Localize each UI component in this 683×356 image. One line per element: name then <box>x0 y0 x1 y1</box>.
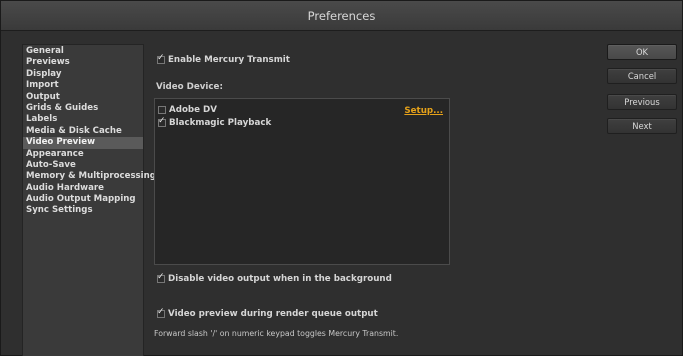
checkbox-unchecked-icon <box>158 106 166 114</box>
mercury-shortcut-note: Forward slash '/' on numeric keypad togg… <box>154 329 399 338</box>
checkbox-checked-icon <box>158 116 166 127</box>
sidebar-item-media-disk-cache[interactable]: Media & Disk Cache <box>23 126 143 137</box>
window-title: Preferences <box>1 1 682 31</box>
previous-button[interactable]: Previous <box>607 94 677 110</box>
device-label-adobe-dv: Adobe DV <box>169 105 217 115</box>
sidebar-item-memory-multiprocessing[interactable]: Memory & Multiprocessing <box>23 171 156 182</box>
checkbox-checked-icon <box>157 307 165 318</box>
sidebar-item-labels[interactable]: Labels <box>23 114 143 125</box>
preferences-sidebar: General Previews Display Import Output G… <box>22 44 156 356</box>
ok-button[interactable]: OK <box>607 44 677 60</box>
video-device-list: Adobe DV Setup... Blackmagic Playback <box>154 98 450 265</box>
sidebar-item-sync-settings[interactable]: Sync Settings <box>23 205 143 216</box>
preferences-dialog: Preferences General Previews Display Imp… <box>0 0 683 356</box>
render-queue-preview-checkbox[interactable]: Video preview during render queue output <box>157 307 378 319</box>
sidebar-item-audio-output-mapping[interactable]: Audio Output Mapping <box>23 194 143 205</box>
disable-background-output-label: Disable video output when in the backgro… <box>168 274 392 284</box>
sidebar-item-grids-guides[interactable]: Grids & Guides <box>23 103 143 114</box>
device-row-blackmagic-playback[interactable]: Blackmagic Playback <box>158 116 272 128</box>
sidebar-item-import[interactable]: Import <box>23 80 143 91</box>
sidebar-item-appearance[interactable]: Appearance <box>23 149 143 160</box>
sidebar-item-previews[interactable]: Previews <box>23 57 143 68</box>
setup-link[interactable]: Setup... <box>404 106 443 116</box>
checkbox-checked-icon <box>157 53 165 64</box>
enable-mercury-transmit-checkbox[interactable]: Enable Mercury Transmit <box>157 53 290 65</box>
checkbox-checked-icon <box>157 272 165 283</box>
cancel-button[interactable]: Cancel <box>607 68 677 84</box>
next-button[interactable]: Next <box>607 118 677 134</box>
disable-background-output-checkbox[interactable]: Disable video output when in the backgro… <box>157 272 392 284</box>
sidebar-item-display[interactable]: Display <box>23 69 143 80</box>
sidebar-item-auto-save[interactable]: Auto-Save <box>23 160 143 171</box>
device-row-adobe-dv[interactable]: Adobe DV <box>158 105 217 115</box>
video-preview-panel: Enable Mercury Transmit Video Device: Ad… <box>151 41 601 356</box>
sidebar-item-video-preview[interactable]: Video Preview <box>23 137 143 149</box>
sidebar-item-audio-hardware[interactable]: Audio Hardware <box>23 183 143 194</box>
sidebar-item-general[interactable]: General <box>23 46 143 57</box>
render-queue-preview-label: Video preview during render queue output <box>168 309 378 319</box>
sidebar-item-output[interactable]: Output <box>23 92 143 103</box>
enable-mercury-transmit-label: Enable Mercury Transmit <box>168 55 290 65</box>
device-label-blackmagic-playback: Blackmagic Playback <box>169 118 272 128</box>
video-device-label: Video Device: <box>156 82 223 92</box>
